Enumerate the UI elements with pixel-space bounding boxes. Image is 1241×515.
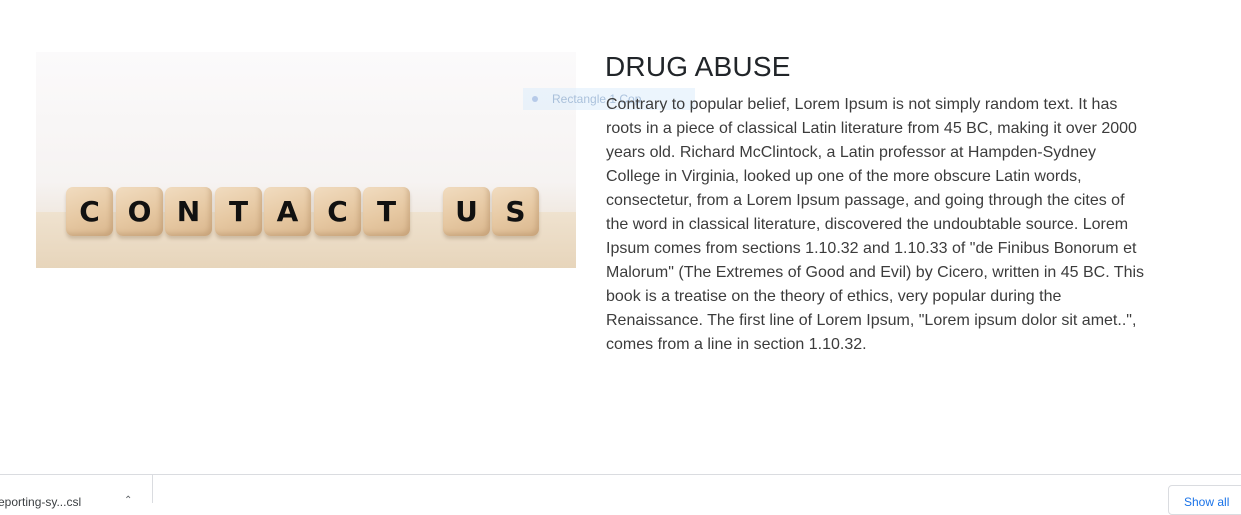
article-title: DRUG ABUSE [605, 51, 791, 82]
download-item[interactable]: reporting-sy...csl ⌃ [0, 475, 153, 509]
show-all-button[interactable]: Show all [1168, 485, 1241, 515]
letter-cube: C [314, 187, 361, 236]
article-body: Contrary to popular belief, Lorem Ipsum … [606, 96, 1145, 353]
download-file-name[interactable]: reporting-sy...csl [0, 495, 81, 509]
contact-us-image: C O N T A C T U S [36, 52, 576, 268]
letter-cube: N [165, 187, 212, 236]
layer-dot-icon [532, 96, 538, 102]
letter-cube: T [363, 187, 410, 236]
letter-cube: O [116, 187, 163, 236]
chevron-up-icon[interactable]: ⌃ [124, 495, 132, 506]
letter-cube: U [443, 187, 490, 236]
letter-cube: S [492, 187, 539, 236]
download-bar: reporting-sy...csl ⌃ Show all [0, 474, 1241, 515]
letter-cube: T [215, 187, 262, 236]
letter-cube: C [66, 187, 113, 236]
letter-cube: A [264, 187, 311, 236]
